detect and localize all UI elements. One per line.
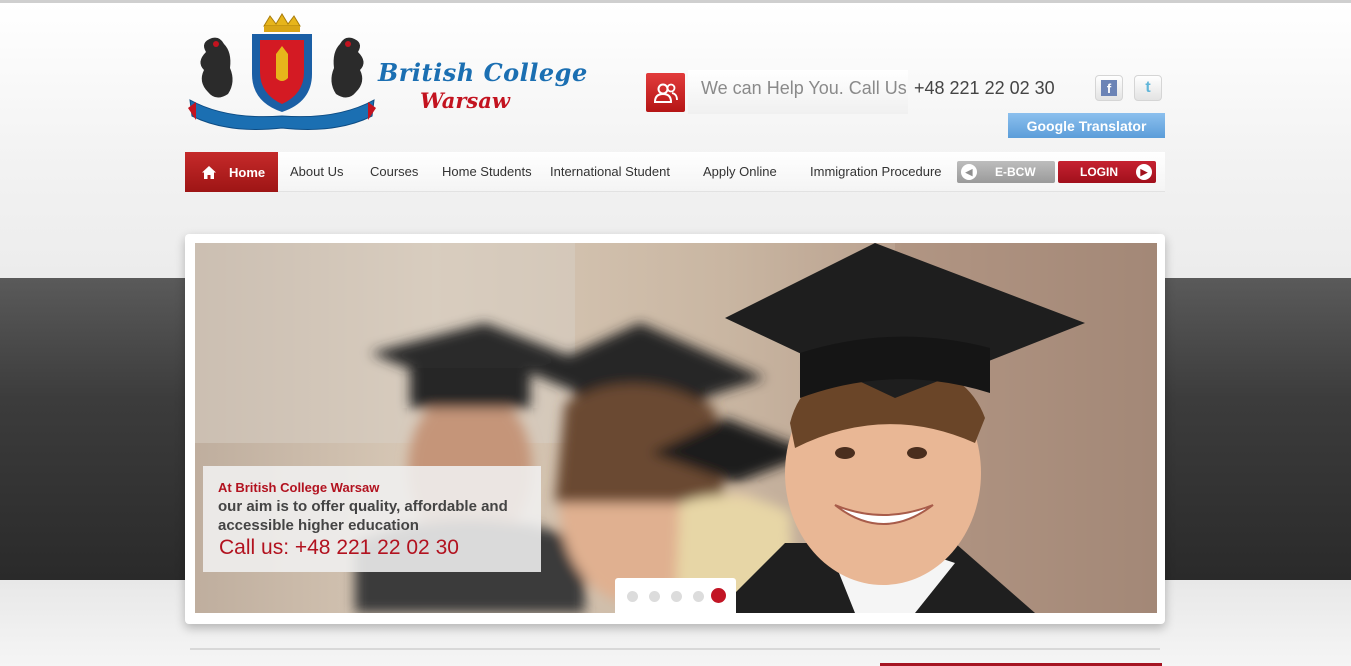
home-icon xyxy=(202,165,216,179)
nav-immigration-procedure[interactable]: Immigration Procedure xyxy=(810,152,942,192)
slider-dot-3[interactable] xyxy=(671,591,682,602)
nav-apply-online[interactable]: Apply Online xyxy=(703,152,777,192)
header-phone-number[interactable]: +48 221 22 02 30 xyxy=(914,78,1055,99)
users-icon xyxy=(646,73,685,112)
slider-dot-1[interactable] xyxy=(627,591,638,602)
arrow-right-icon: ▶ xyxy=(1136,164,1152,180)
logo-subtitle: Warsaw xyxy=(420,88,510,113)
help-text: We can Help You. Call Us xyxy=(701,78,907,98)
caption-title: At British College Warsaw xyxy=(218,480,380,495)
ebcw-label: E-BCW xyxy=(995,165,1036,179)
arrow-left-icon: ◀ xyxy=(961,164,977,180)
caption-body: our aim is to offer quality, affordable … xyxy=(218,498,508,534)
login-label: LOGIN xyxy=(1080,165,1118,179)
google-translator-button[interactable]: Google Translator xyxy=(1008,113,1165,138)
caption-call[interactable]: Call us: +48 221 22 02 30 xyxy=(219,536,459,560)
nav-international-student[interactable]: International Student xyxy=(550,152,670,192)
slider-dot-4[interactable] xyxy=(693,591,704,602)
slider-dot-5[interactable] xyxy=(711,588,726,603)
slider-dot-2[interactable] xyxy=(649,591,660,602)
facebook-icon: f xyxy=(1101,80,1117,96)
nav-home-label: Home xyxy=(229,164,266,180)
nav-about-us[interactable]: About Us xyxy=(290,152,343,192)
ebcw-button[interactable]: ◀ E-BCW xyxy=(957,161,1055,183)
login-button[interactable]: LOGIN ▶ xyxy=(1058,161,1156,183)
facebook-button[interactable]: f xyxy=(1095,75,1123,101)
twitter-button[interactable]: t xyxy=(1134,75,1162,101)
divider xyxy=(190,648,1160,650)
nav-home[interactable]: Home xyxy=(185,152,278,192)
twitter-icon: t xyxy=(1145,79,1151,96)
nav-home-students[interactable]: Home Students xyxy=(442,152,532,192)
nav-courses[interactable]: Courses xyxy=(370,152,418,192)
college-logo[interactable]: British College Warsaw xyxy=(186,12,587,134)
logo-title: British College xyxy=(378,58,588,87)
crest-icon xyxy=(188,13,376,130)
